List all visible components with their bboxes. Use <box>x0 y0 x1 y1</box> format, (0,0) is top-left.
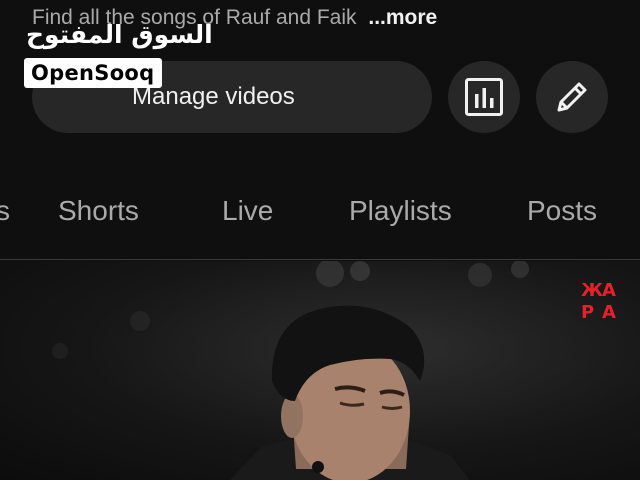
bar-chart-icon <box>465 78 503 116</box>
tab-live[interactable]: Live <box>222 195 273 227</box>
more-link[interactable]: ...more <box>368 6 437 29</box>
tab-posts[interactable]: Posts <box>527 195 597 227</box>
tab-partial[interactable]: s <box>0 195 10 227</box>
watermark-badge: OpenSooq <box>24 58 162 88</box>
logo-letter: А <box>602 302 616 323</box>
analytics-button[interactable] <box>448 61 520 133</box>
channel-logo-overlay: Ж А Р А <box>581 280 616 323</box>
video-frame-image <box>52 261 529 480</box>
pencil-icon <box>557 82 587 112</box>
logo-letter: Ж <box>581 280 603 301</box>
watermark-arabic-text: السوق المفتوح <box>26 20 213 49</box>
tab-shorts[interactable]: Shorts <box>58 195 139 227</box>
tab-playlists[interactable]: Playlists <box>349 195 452 227</box>
channel-tabs: s Shorts Live Playlists Posts <box>0 178 640 248</box>
video-thumbnail[interactable] <box>0 261 640 480</box>
opensooq-watermark: السوق المفتوح OpenSooq <box>24 18 213 88</box>
tabs-divider <box>0 259 640 260</box>
logo-letter: Р <box>581 302 594 323</box>
edit-button[interactable] <box>536 61 608 133</box>
logo-letter: А <box>602 280 616 301</box>
